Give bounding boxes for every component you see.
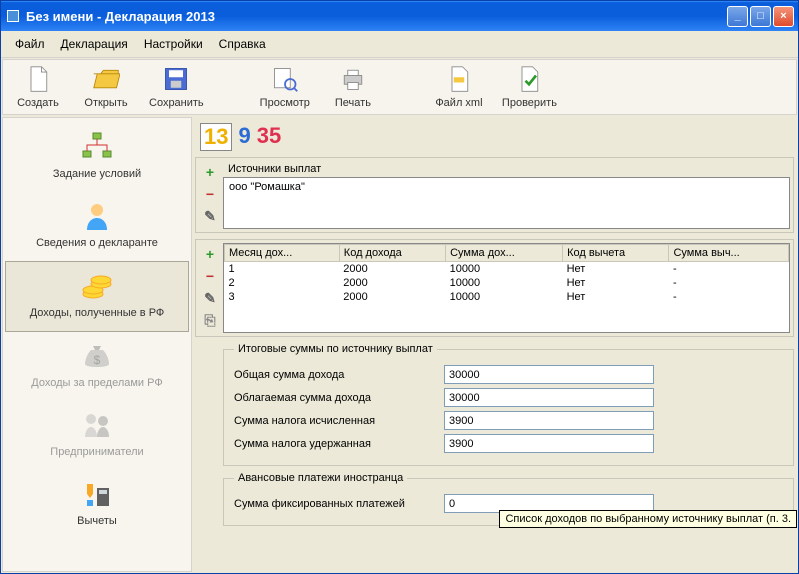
totals-fieldset: Итоговые суммы по источнику выплат Общая…	[223, 343, 794, 466]
withheld-input[interactable]	[444, 434, 654, 453]
totals-legend: Итоговые суммы по источнику выплат	[234, 343, 437, 355]
file-xml-icon	[445, 65, 473, 93]
withheld-label: Сумма налога удержанная	[234, 438, 444, 450]
open-button[interactable]: Открыть	[81, 65, 131, 109]
table-row[interactable]: 1 2000 10000 Нет -	[225, 262, 789, 277]
folder-open-icon	[92, 65, 120, 93]
sidebar-item-income-rf[interactable]: Доходы, полученные в РФ	[5, 261, 189, 332]
col-code[interactable]: Код дохода	[339, 245, 445, 262]
advance-legend: Авансовые платежи иностранца	[234, 472, 407, 484]
income-add-button[interactable]: +	[201, 245, 219, 263]
menu-file[interactable]: Файл	[9, 35, 51, 53]
sidebar-item-entrepreneurs[interactable]: Предприниматели	[3, 401, 191, 470]
maximize-button[interactable]: □	[750, 6, 771, 27]
col-dsum[interactable]: Сумма выч...	[669, 245, 789, 262]
person-icon	[81, 200, 113, 232]
rate-tab-35[interactable]: 35	[257, 123, 281, 151]
coins-icon	[81, 270, 113, 302]
preview-button[interactable]: Просмотр	[260, 65, 310, 109]
table-row[interactable]: 2 2000 10000 Нет -	[225, 276, 789, 290]
printer-icon	[339, 65, 367, 93]
check-icon	[515, 65, 543, 93]
check-button[interactable]: Проверить	[502, 65, 557, 109]
minimize-button[interactable]: _	[727, 6, 748, 27]
table-row[interactable]: 3 2000 10000 Нет -	[225, 290, 789, 304]
new-file-icon	[24, 65, 52, 93]
sources-list[interactable]: ооо "Ромашка"	[223, 177, 790, 229]
fixed-label: Сумма фиксированных платежей	[234, 498, 444, 510]
income-edit-button[interactable]: ✎	[201, 289, 219, 307]
source-add-button[interactable]: +	[201, 163, 219, 181]
total-input[interactable]	[444, 365, 654, 384]
content: 13 9 35 + − ✎ Источники выплат ооо "Рома…	[192, 117, 797, 572]
income-copy-button[interactable]: ⎘	[201, 311, 219, 329]
sources-panel: + − ✎ Источники выплат ооо "Ромашка"	[195, 157, 794, 233]
taxable-input[interactable]	[444, 388, 654, 407]
window-title: Без имени - Декларация 2013	[26, 9, 727, 24]
calc-input[interactable]	[444, 411, 654, 430]
app-window: Без имени - Декларация 2013 _ □ × Файл Д…	[0, 0, 799, 574]
income-table[interactable]: Месяц дох... Код дохода Сумма дох... Код…	[224, 244, 789, 304]
main-area: Задание условий Сведения о декларанте До…	[2, 117, 797, 572]
menu-declaration[interactable]: Декларация	[55, 35, 134, 53]
income-panel: + − ✎ ⎘ Месяц дох... Код дохода Сумма до…	[195, 239, 794, 337]
taxable-label: Облагаемая сумма дохода	[234, 392, 444, 404]
sidebar-item-deductions[interactable]: Вычеты	[3, 470, 191, 539]
rate-tab-9[interactable]: 9	[238, 123, 250, 151]
svg-text:$: $	[94, 353, 101, 367]
sidebar: Задание условий Сведения о декларанте До…	[2, 117, 192, 572]
magnifier-icon	[271, 65, 299, 93]
list-item[interactable]: ооо "Ромашка"	[229, 180, 784, 194]
source-remove-button[interactable]: −	[201, 185, 219, 203]
conditions-icon	[81, 131, 113, 163]
app-icon	[5, 8, 21, 24]
entrepreneurs-icon	[81, 409, 113, 441]
rate-tabs: 13 9 35	[195, 120, 797, 154]
create-button[interactable]: Создать	[13, 65, 63, 109]
print-button[interactable]: Печать	[328, 65, 378, 109]
source-edit-button[interactable]: ✎	[201, 207, 219, 225]
col-dcode[interactable]: Код вычета	[563, 245, 669, 262]
menu-settings[interactable]: Настройки	[138, 35, 209, 53]
menu-help[interactable]: Справка	[213, 35, 272, 53]
sidebar-item-conditions[interactable]: Задание условий	[3, 123, 191, 192]
toolbar: Создать Открыть Сохранить Просмотр Печат…	[2, 59, 797, 115]
close-button[interactable]: ×	[773, 6, 794, 27]
col-month[interactable]: Месяц дох...	[225, 245, 340, 262]
money-bag-icon: $	[81, 340, 113, 372]
col-sum[interactable]: Сумма дох...	[446, 245, 563, 262]
filexml-button[interactable]: Файл xml	[434, 65, 484, 109]
tooltip: Список доходов по выбранному источнику в…	[499, 510, 797, 528]
save-button[interactable]: Сохранить	[149, 65, 204, 109]
income-remove-button[interactable]: −	[201, 267, 219, 285]
rate-tab-13[interactable]: 13	[200, 123, 232, 151]
floppy-icon	[162, 65, 190, 93]
deductions-icon	[81, 478, 113, 510]
sidebar-item-declarant[interactable]: Сведения о декларанте	[3, 192, 191, 261]
sources-title: Источники выплат	[223, 161, 790, 177]
titlebar[interactable]: Без имени - Декларация 2013 _ □ ×	[1, 1, 798, 31]
calc-label: Сумма налога исчисленная	[234, 415, 444, 427]
sidebar-item-income-abroad[interactable]: $ Доходы за пределами РФ	[3, 332, 191, 401]
total-label: Общая сумма дохода	[234, 369, 444, 381]
menubar: Файл Декларация Настройки Справка	[1, 31, 798, 58]
